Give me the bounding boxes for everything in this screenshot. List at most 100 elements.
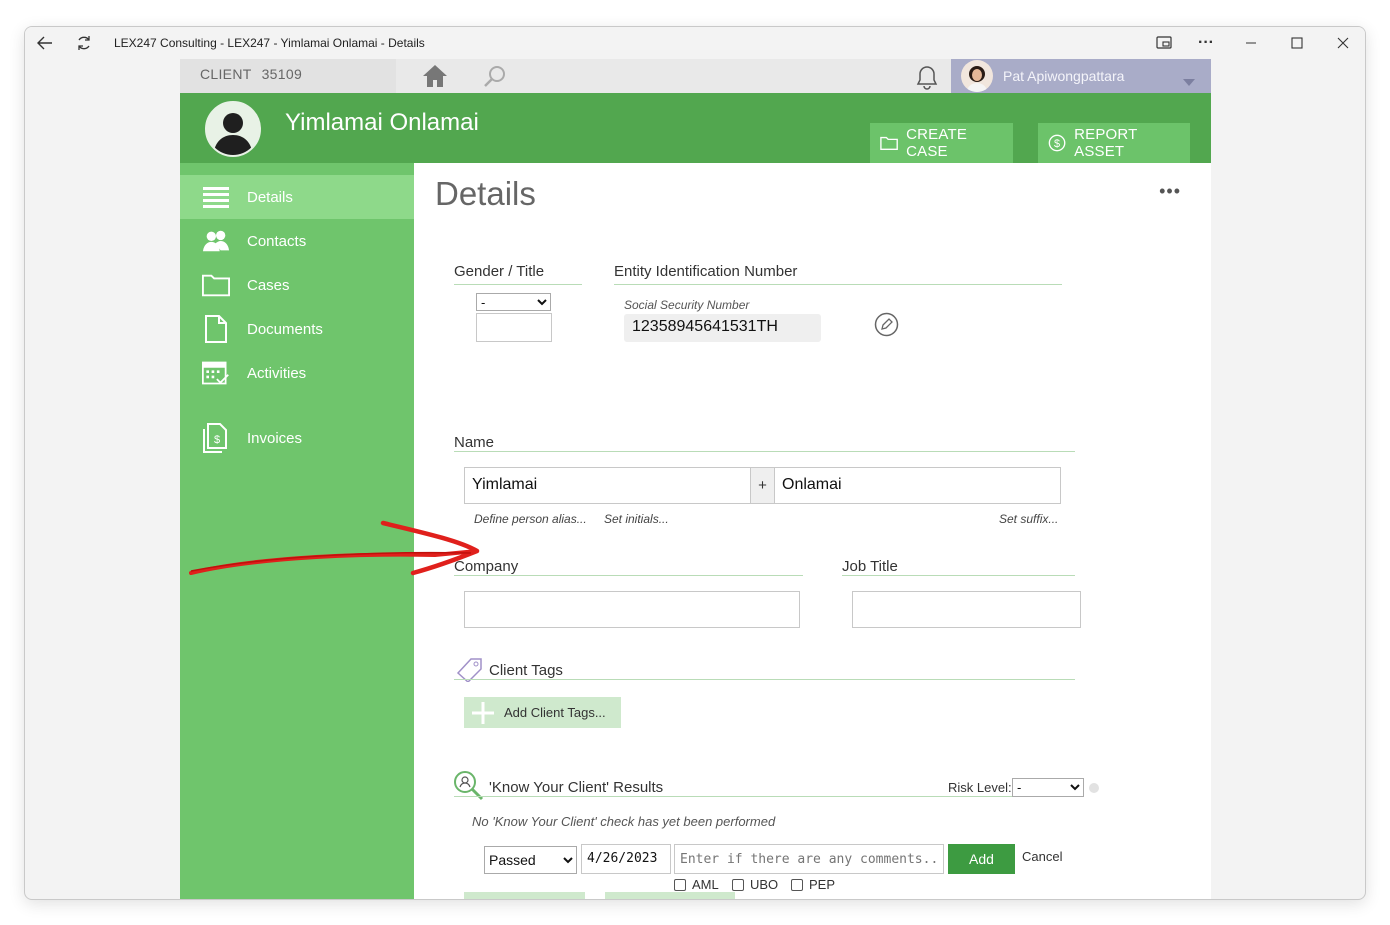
report-asset-label: REPORT ASSET bbox=[1074, 126, 1138, 160]
first-name-input[interactable]: Yimlamai bbox=[464, 467, 751, 504]
client-number: 35109 bbox=[261, 66, 303, 82]
sidebar-item-contacts[interactable]: Contacts bbox=[180, 219, 414, 263]
kyc-comment-input[interactable] bbox=[674, 844, 944, 874]
report-asset-button[interactable]: $ REPORT ASSET bbox=[1038, 123, 1190, 163]
calendar-icon bbox=[202, 359, 230, 387]
ssn-value: 12358945641531TH bbox=[624, 314, 821, 342]
bell-icon[interactable] bbox=[915, 64, 939, 95]
user-name: Pat Apiwongpattara bbox=[1003, 68, 1125, 84]
red-arrow-annotation bbox=[189, 520, 480, 576]
search-icon[interactable] bbox=[482, 64, 508, 95]
refresh-icon[interactable] bbox=[74, 33, 94, 53]
add-client-tags-button[interactable]: Add Client Tags... bbox=[464, 697, 621, 728]
tag-icon bbox=[456, 656, 484, 687]
window-title: LEX247 Consulting - LEX247 - Yimlamai On… bbox=[114, 36, 425, 50]
kyc-status-select[interactable]: Passed bbox=[484, 846, 577, 874]
job-title-input[interactable] bbox=[852, 591, 1081, 628]
kyc-search-icon bbox=[452, 769, 486, 808]
name-separator: + bbox=[751, 467, 774, 504]
kyc-date-input[interactable]: 4/26/2023 bbox=[581, 844, 671, 874]
divider bbox=[454, 284, 582, 285]
cast-icon[interactable] bbox=[1154, 33, 1174, 53]
sidebar-item-activities[interactable]: Activities bbox=[180, 351, 414, 395]
maximize-icon[interactable] bbox=[1287, 33, 1307, 53]
sidebar-item-label: Documents bbox=[247, 320, 323, 338]
gender-title-label: Gender / Title bbox=[454, 263, 545, 280]
page-title: Details bbox=[435, 175, 536, 212]
risk-level-label: Risk Level: bbox=[948, 780, 1012, 795]
more-options-icon[interactable]: ••• bbox=[1159, 181, 1181, 202]
risk-indicator bbox=[1089, 783, 1099, 793]
set-suffix-link[interactable]: Set suffix... bbox=[999, 512, 1058, 526]
gender-select[interactable]: - bbox=[476, 293, 551, 311]
sidebar-item-label: Contacts bbox=[247, 232, 307, 250]
edit-pencil-icon[interactable] bbox=[874, 312, 899, 342]
divider bbox=[614, 284, 1062, 285]
client-tags-label: Client Tags bbox=[489, 662, 563, 679]
sidebar-item-cases[interactable]: Cases bbox=[180, 263, 414, 307]
client-tab[interactable]: CLIENT 35109 bbox=[180, 59, 396, 93]
people-icon bbox=[202, 227, 230, 255]
invoice-icon: $ bbox=[202, 423, 230, 453]
add-client-tags-label: Add Client Tags... bbox=[504, 705, 606, 720]
checkbox-box[interactable] bbox=[791, 878, 803, 891]
chevron-down-icon bbox=[1183, 73, 1195, 89]
pep-label: PEP bbox=[809, 877, 836, 892]
sidebar-item-documents[interactable]: Documents bbox=[180, 307, 414, 351]
checkbox-box[interactable] bbox=[674, 878, 686, 891]
folder-icon bbox=[880, 136, 898, 151]
title-input[interactable] bbox=[476, 313, 552, 342]
list-icon bbox=[202, 183, 230, 211]
client-avatar-icon bbox=[205, 101, 261, 157]
close-icon[interactable] bbox=[1333, 33, 1353, 53]
user-menu[interactable]: Pat Apiwongpattara bbox=[951, 59, 1211, 93]
job-title-label: Job Title bbox=[842, 558, 898, 575]
company-input[interactable] bbox=[464, 591, 800, 628]
app-window: LEX247 Consulting - LEX247 - Yimlamai On… bbox=[24, 26, 1366, 900]
document-icon bbox=[202, 315, 230, 343]
more-options-icon[interactable]: ··· bbox=[1196, 33, 1216, 53]
avatar bbox=[961, 60, 993, 92]
client-header: Yimlamai Onlamai CREATE CASE $ REPORT AS… bbox=[180, 93, 1211, 163]
minimize-icon[interactable] bbox=[1241, 33, 1261, 53]
divider bbox=[454, 796, 1075, 797]
kyc-cancel-link[interactable]: Cancel bbox=[1022, 849, 1062, 864]
client-label: CLIENT bbox=[200, 66, 252, 82]
risk-level-select[interactable]: - bbox=[1012, 778, 1084, 797]
svg-text:$: $ bbox=[1054, 138, 1060, 150]
ubo-label: UBO bbox=[750, 877, 779, 892]
last-name-input[interactable]: Onlamai bbox=[774, 467, 1061, 504]
details-panel: Details ••• Gender / Title - Entity Iden… bbox=[414, 163, 1211, 899]
home-icon[interactable] bbox=[421, 63, 449, 94]
ssn-label: Social Security Number bbox=[624, 298, 750, 312]
app-content: CLIENT 35109 Pat Apiwongpattara Yimlamai… bbox=[180, 59, 1211, 899]
plus-icon bbox=[472, 701, 494, 724]
kyc-empty-text: No 'Know Your Client' check has yet been… bbox=[472, 814, 776, 829]
create-case-label: CREATE CASE bbox=[906, 126, 968, 160]
pep-checkbox[interactable]: PEP bbox=[791, 877, 835, 892]
kyc-label: 'Know Your Client' Results bbox=[489, 779, 664, 796]
back-arrow-icon[interactable] bbox=[35, 33, 55, 53]
divider bbox=[454, 679, 1075, 680]
sidebar-item-label: Cases bbox=[247, 276, 290, 294]
divider bbox=[454, 575, 803, 576]
sidebar-item-label: Activities bbox=[247, 364, 307, 382]
define-alias-link[interactable]: Define person alias... bbox=[474, 512, 587, 526]
create-case-button[interactable]: CREATE CASE bbox=[870, 123, 1013, 163]
bottom-button[interactable] bbox=[605, 892, 735, 899]
set-initials-link[interactable]: Set initials... bbox=[604, 512, 669, 526]
folder-icon bbox=[202, 271, 230, 299]
title-bar: LEX247 Consulting - LEX247 - Yimlamai On… bbox=[25, 27, 1365, 59]
aml-checkbox[interactable]: AML bbox=[674, 877, 719, 892]
aml-label: AML bbox=[692, 877, 719, 892]
divider bbox=[842, 575, 1075, 576]
divider bbox=[454, 451, 1075, 452]
sidebar-item-details[interactable]: Details bbox=[180, 175, 414, 219]
dollar-circle-icon: $ bbox=[1048, 134, 1066, 152]
sidebar-item-invoices[interactable]: $ Invoices bbox=[180, 416, 414, 460]
top-bar: CLIENT 35109 Pat Apiwongpattara bbox=[180, 59, 1211, 93]
checkbox-box[interactable] bbox=[732, 878, 744, 891]
kyc-add-button[interactable]: Add bbox=[948, 844, 1015, 874]
ubo-checkbox[interactable]: UBO bbox=[732, 877, 778, 892]
bottom-button[interactable] bbox=[464, 892, 585, 899]
